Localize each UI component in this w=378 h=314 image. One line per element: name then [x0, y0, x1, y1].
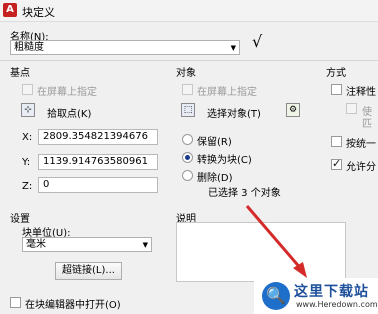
- annotation-arrow: [245, 205, 307, 278]
- watermark: 🔍 这里下载站 www.Heredown.com: [254, 278, 378, 314]
- annotation-arrow-head: [293, 262, 307, 278]
- watermark-name: 这里下载站: [294, 284, 369, 300]
- annotation-arrow-shaft: [245, 205, 304, 271]
- watermark-url: www.Heredown.com: [296, 300, 378, 309]
- watermark-logo-icon: 🔍: [262, 282, 290, 310]
